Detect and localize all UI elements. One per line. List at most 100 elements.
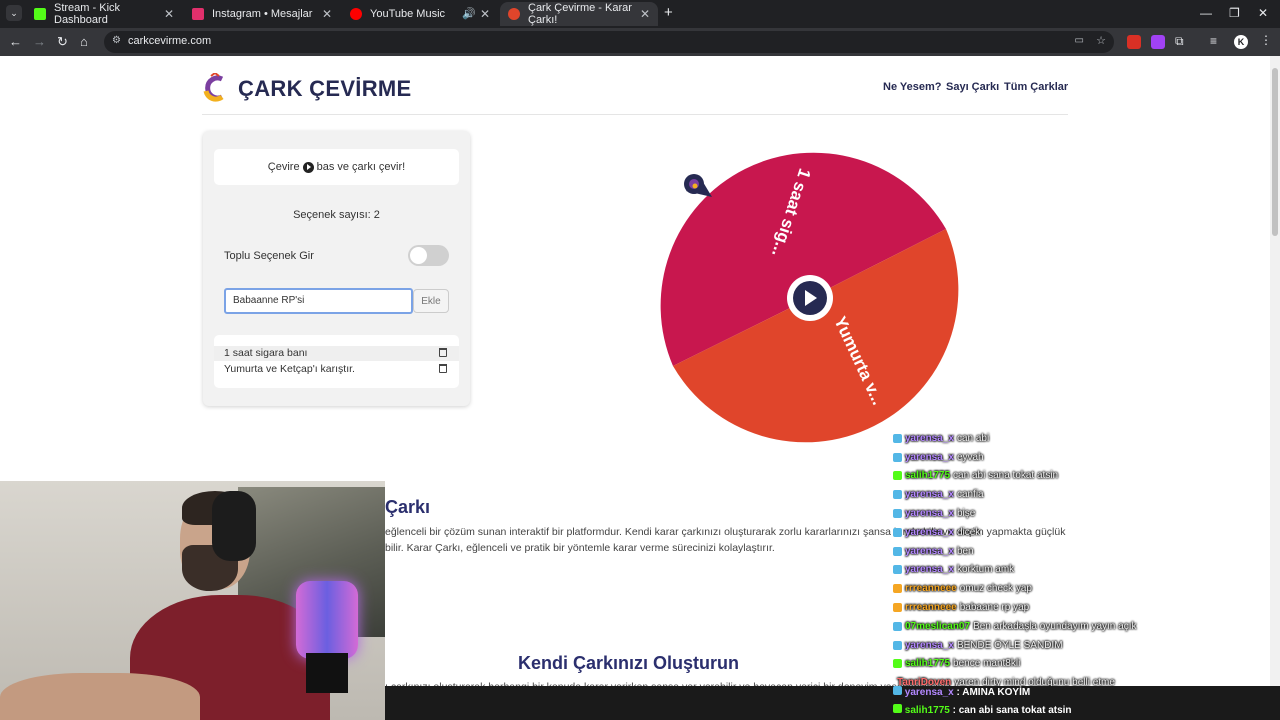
chat-badge-icon <box>893 471 902 481</box>
page-viewport: ÇARK ÇEVİRME Ne Yesem? Sayı Çarkı Tüm Ça… <box>0 56 1280 720</box>
chat-badge-icon <box>893 490 902 500</box>
option-count: Seçenek sayısı: 2 <box>293 209 380 221</box>
chat-user: salih1775 <box>905 658 951 670</box>
chat-badge-icon <box>893 527 902 537</box>
forward-icon[interactable]: → <box>33 34 46 49</box>
site-logo-icon[interactable] <box>202 73 228 103</box>
chat-user: salih1775 <box>904 705 950 716</box>
youtube-music-icon <box>350 8 362 20</box>
chat-line: salih1775 bence mant8kli <box>893 655 1183 674</box>
chat-badge-icon <box>893 659 902 669</box>
back-icon[interactable]: ← <box>9 34 22 49</box>
chat-message: can abi sana tokat atsin <box>953 470 1059 482</box>
chat-user: yarensa_x <box>905 489 954 501</box>
chat-message: babaane rp yap <box>959 602 1030 614</box>
tab-kick-dashboard[interactable]: Stream - Kick Dashboard ✕ <box>26 2 182 26</box>
browser-toolbar: ← → ↻ ⌂ ⚙ carkcevirme.com ▭ ☆ ⧉ ≡ K ⋮ <box>0 28 1280 56</box>
chat-line: yarensa_x ben <box>893 542 1183 561</box>
list-item[interactable]: 1 saat sigara banı <box>214 346 459 361</box>
cark-cevirme-icon <box>508 8 520 20</box>
chat-badge-icon <box>893 584 902 594</box>
chat-message: ben <box>956 545 974 557</box>
instagram-icon <box>192 8 204 20</box>
url-text: carkcevirme.com <box>128 35 212 47</box>
restore-icon[interactable]: ❐ <box>1229 6 1240 20</box>
menu-dots-icon[interactable]: ⋮ <box>1260 33 1274 47</box>
bulk-entry-toggle[interactable] <box>408 245 449 266</box>
close-window-icon[interactable]: ✕ <box>1258 6 1268 20</box>
chat-message: omuz check yap <box>959 583 1032 595</box>
tab-youtube-music[interactable]: YouTube Music 🔊 ✕ <box>342 2 498 26</box>
option-list: 1 saat sigara banı Yumurta ve Ketçap'ı k… <box>214 335 459 388</box>
nav-tum-carklar[interactable]: Tüm Çarklar <box>1004 81 1068 93</box>
chat-user: yarensa_x <box>905 432 954 444</box>
section-title-create: Kendi Çarkınızı Oluşturun <box>518 653 740 673</box>
new-tab-icon[interactable]: + <box>664 4 673 21</box>
chat-bar-line-2: salih1775 : can abi sana tokat atsin <box>893 704 1072 716</box>
chat-message: : can abi sana tokat atsin <box>952 705 1072 716</box>
streamer-hand <box>0 673 200 720</box>
page-scrollbar[interactable] <box>1270 56 1280 720</box>
reload-icon[interactable]: ↻ <box>57 34 68 50</box>
tab-search-icon[interactable]: ⌄ <box>6 5 22 21</box>
site-info-icon[interactable]: ⚙ <box>112 35 121 46</box>
extension-purple-icon[interactable] <box>1151 35 1165 49</box>
microphone-arm <box>306 653 348 693</box>
hint-text-before: Çevire <box>267 161 300 173</box>
chat-line: yarensa_x BENDE ÖYLE SANDIM <box>893 636 1183 655</box>
kick-icon <box>34 8 46 20</box>
chat-badge-icon <box>893 509 902 519</box>
profile-avatar-icon[interactable]: K <box>1234 35 1248 49</box>
list-item[interactable]: Yumurta ve Ketçap'ı karıştır. <box>214 362 459 377</box>
webcam-overlay <box>0 481 385 720</box>
chat-message: : AMINA KOYİM <box>956 687 1031 698</box>
trash-icon[interactable] <box>439 364 447 373</box>
play-icon <box>302 161 314 173</box>
chat-user: yarensa_x <box>905 639 954 651</box>
chat-message: korktum amk <box>956 564 1015 576</box>
nav-sayi-carki[interactable]: Sayı Çarkı <box>946 81 999 93</box>
spin-wheel[interactable]: 1 saat sig... Yumurta v... <box>630 131 990 461</box>
reading-list-icon[interactable]: ≡ <box>1210 34 1224 48</box>
chat-user: yarensa_x <box>904 687 954 698</box>
microphone <box>296 581 358 659</box>
close-icon[interactable]: ✕ <box>322 7 332 21</box>
header-divider <box>202 114 1068 115</box>
extensions-puzzle-icon[interactable]: ⧉ <box>1175 34 1189 48</box>
chat-badge-icon <box>893 452 902 462</box>
hint-text-after: bas ve çarkı çevir! <box>316 161 406 173</box>
chat-line: yarensa_x canfia <box>893 485 1183 504</box>
chat-message: Ben arkadaşla oyundayım yayın açık <box>973 620 1137 632</box>
tab-label: Stream - Kick Dashboard <box>54 2 121 26</box>
nav-ne-yesem[interactable]: Ne Yesem? <box>883 81 942 93</box>
home-icon[interactable]: ⌂ <box>80 34 88 49</box>
browser-tab-strip: ⌄ Stream - Kick Dashboard ✕ Instagram • … <box>0 0 1280 28</box>
tab-label: YouTube Music <box>370 8 446 20</box>
minimize-icon[interactable]: — <box>1200 6 1212 20</box>
address-bar[interactable]: ⚙ carkcevirme.com ▭ ☆ <box>104 31 1114 53</box>
extension-red-icon[interactable] <box>1127 35 1141 49</box>
site-brand[interactable]: ÇARK ÇEVİRME <box>238 76 412 102</box>
trash-icon[interactable] <box>439 348 447 357</box>
chat-badge-icon <box>893 621 902 631</box>
speaker-icon[interactable]: 🔊 <box>462 7 476 20</box>
chat-badge-icon <box>893 640 902 650</box>
option-input[interactable]: Babaanne RP'si <box>224 288 413 314</box>
cast-icon[interactable]: ▭ <box>1075 35 1084 46</box>
bookmark-star-icon[interactable]: ☆ <box>1096 34 1106 47</box>
close-icon[interactable]: ✕ <box>480 7 490 21</box>
stream-chat-overlay: yarensa_x can abi yarensa_x eyvah salih177… <box>893 429 1183 692</box>
scrollbar-thumb[interactable] <box>1272 68 1278 236</box>
chat-line: rrreanneee omuz check yap <box>893 579 1183 598</box>
about-paragraph-line-2: bilir. Karar Çarkı, eğlenceli ve pratik … <box>385 542 775 554</box>
tab-label: Instagram • Mesajlar <box>212 8 313 20</box>
options-panel: Çevire bas ve çarkı çevir! Seçenek sayıs… <box>203 131 470 406</box>
tab-instagram[interactable]: Instagram • Mesajlar ✕ <box>184 2 340 26</box>
tab-cark-cevirme[interactable]: Çark Çevirme - Karar Çarkı! ✕ <box>500 2 658 26</box>
chat-user: salih1775 <box>905 470 951 482</box>
chat-user: yarensa_x <box>905 508 954 520</box>
close-icon[interactable]: ✕ <box>640 7 650 21</box>
close-icon[interactable]: ✕ <box>164 7 174 21</box>
chat-user: rrreanneee <box>905 602 957 614</box>
add-option-button[interactable]: Ekle <box>413 289 449 313</box>
